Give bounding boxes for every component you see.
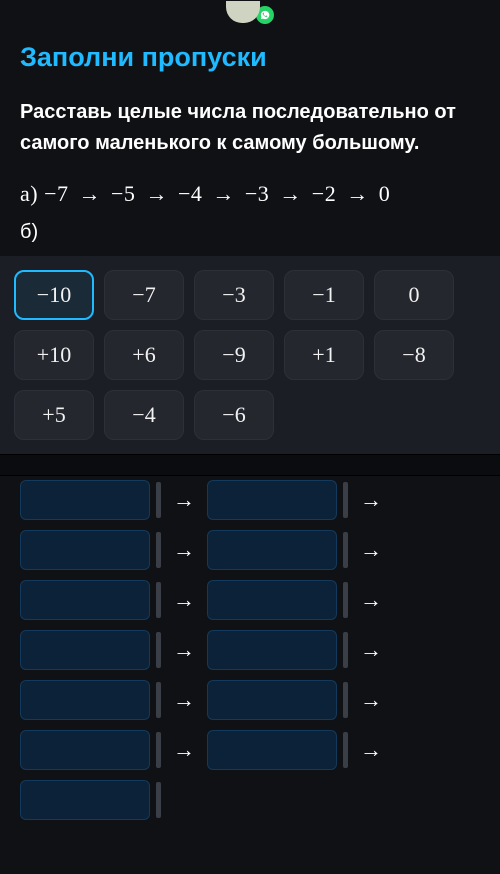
seq-item: −3 — [245, 181, 269, 206]
answer-slot[interactable] — [207, 480, 337, 520]
cursor-bar — [156, 632, 161, 668]
arrow-icon: → — [275, 181, 306, 206]
arrow-icon: → — [354, 587, 388, 613]
seq-item: −5 — [111, 181, 135, 206]
cursor-bar — [156, 582, 161, 618]
cursor-bar — [343, 632, 348, 668]
arrow-icon: → — [75, 181, 106, 206]
answer-slot[interactable] — [207, 630, 337, 670]
cursor-bar — [343, 532, 348, 568]
part-b-label: б) — [20, 221, 480, 244]
arrow-icon: → — [354, 637, 388, 663]
number-chip[interactable]: −7 — [104, 270, 184, 320]
cursor-bar — [156, 682, 161, 718]
seq-item: −2 — [312, 181, 336, 206]
top-handle — [226, 0, 274, 24]
arrow-icon: → — [167, 487, 201, 513]
arrow-icon: → — [167, 687, 201, 713]
arrow-icon: → — [167, 537, 201, 563]
answer-slot[interactable] — [207, 730, 337, 770]
slot-row — [20, 780, 480, 820]
arrow-icon: → — [354, 537, 388, 563]
section-divider — [0, 454, 500, 476]
answer-slot[interactable] — [20, 780, 150, 820]
seq-item: −7 — [44, 181, 68, 206]
slot-row: →→ — [20, 730, 480, 770]
cursor-bar — [343, 482, 348, 518]
number-chip[interactable]: −4 — [104, 390, 184, 440]
answer-slot[interactable] — [207, 680, 337, 720]
slot-row: →→ — [20, 480, 480, 520]
number-chip[interactable]: −1 — [284, 270, 364, 320]
arrow-icon: → — [354, 687, 388, 713]
number-chip[interactable]: −6 — [194, 390, 274, 440]
arrow-icon: → — [354, 487, 388, 513]
number-chip[interactable]: −3 — [194, 270, 274, 320]
part-a-label: а) — [20, 181, 38, 206]
number-chip[interactable]: −8 — [374, 330, 454, 380]
cursor-bar — [156, 532, 161, 568]
slot-row: →→ — [20, 680, 480, 720]
cursor-bar — [156, 482, 161, 518]
cursor-bar — [343, 732, 348, 768]
answer-slots: →→→→→→→→→→→→ — [20, 476, 480, 820]
number-chip[interactable]: +5 — [14, 390, 94, 440]
chips-container: −10−7−3−10+10+6−9+1−8+5−4−6 — [14, 270, 486, 440]
seq-item: 0 — [379, 181, 391, 206]
arrow-icon: → — [141, 181, 172, 206]
arrow-icon: → — [167, 587, 201, 613]
cursor-bar — [343, 582, 348, 618]
arrow-icon: → — [167, 637, 201, 663]
avatar — [226, 1, 260, 23]
page-title: Заполни пропуски — [20, 42, 480, 73]
answer-slot[interactable] — [20, 530, 150, 570]
example-a: а) −7 → −5 → −4 → −3 → −2 → 0 — [20, 181, 480, 207]
instruction-text: Расставь целые числа последовательно от … — [20, 97, 480, 159]
number-chip[interactable]: 0 — [374, 270, 454, 320]
arrow-icon: → — [354, 737, 388, 763]
number-chip[interactable]: −10 — [14, 270, 94, 320]
cursor-bar — [156, 782, 161, 818]
slot-row: →→ — [20, 530, 480, 570]
arrow-icon: → — [208, 181, 239, 206]
answer-slot[interactable] — [207, 580, 337, 620]
cursor-bar — [156, 732, 161, 768]
seq-item: −4 — [178, 181, 202, 206]
answer-slot[interactable] — [20, 730, 150, 770]
slot-row: →→ — [20, 630, 480, 670]
number-chip[interactable]: +1 — [284, 330, 364, 380]
chips-panel: −10−7−3−10+10+6−9+1−8+5−4−6 — [0, 256, 500, 454]
answer-slot[interactable] — [20, 630, 150, 670]
slot-row: →→ — [20, 580, 480, 620]
arrow-icon: → — [167, 737, 201, 763]
answer-slot[interactable] — [207, 530, 337, 570]
number-chip[interactable]: +6 — [104, 330, 184, 380]
cursor-bar — [343, 682, 348, 718]
arrow-icon: → — [342, 181, 373, 206]
number-chip[interactable]: −9 — [194, 330, 274, 380]
answer-slot[interactable] — [20, 680, 150, 720]
answer-slot[interactable] — [20, 480, 150, 520]
answer-slot[interactable] — [20, 580, 150, 620]
number-chip[interactable]: +10 — [14, 330, 94, 380]
